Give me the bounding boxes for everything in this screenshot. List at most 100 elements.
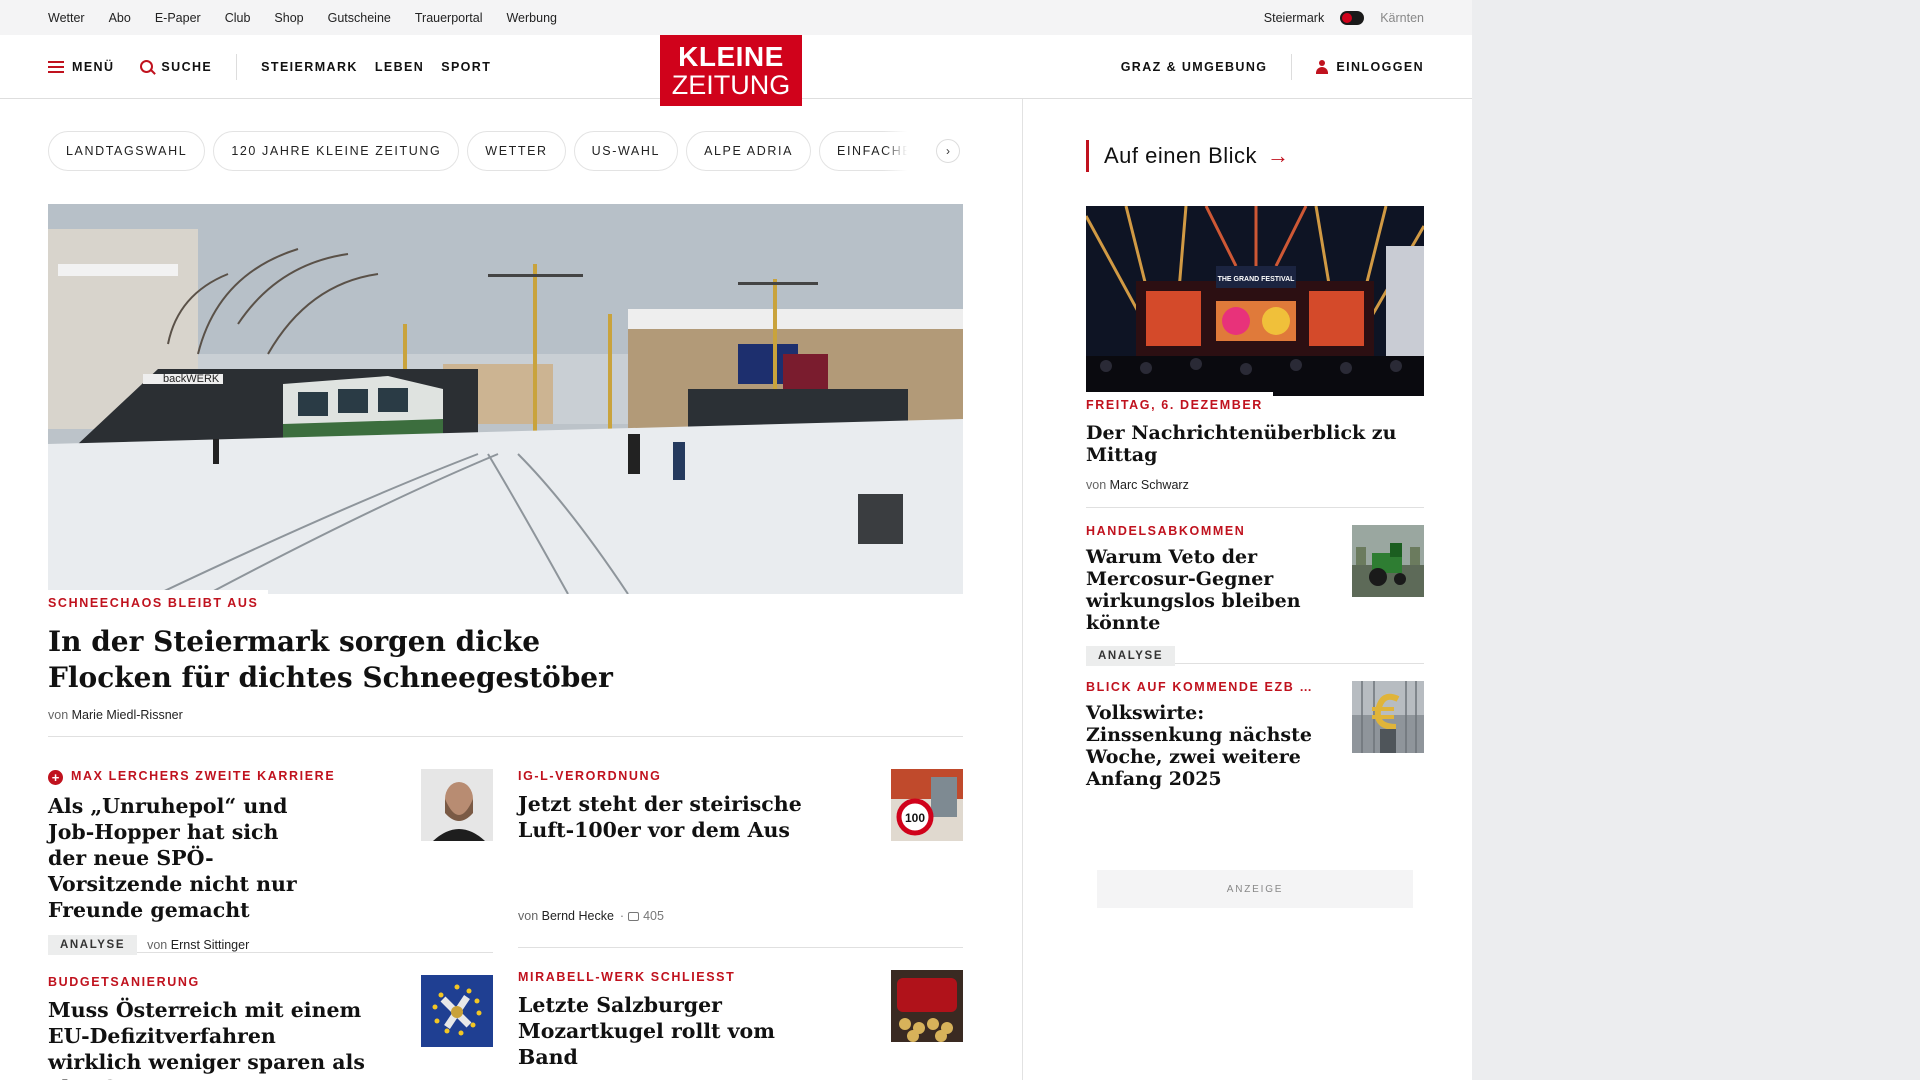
- aside-headline: Volkswirte: Zinssenkung nächste Woche, z…: [1086, 702, 1312, 790]
- search-button[interactable]: Suche: [140, 60, 212, 74]
- at-a-glance-title: Auf einen Blick: [1104, 143, 1258, 168]
- user-icon: [1316, 59, 1329, 74]
- feature-author[interactable]: Marc Schwarz: [1110, 478, 1189, 492]
- feature-image[interactable]: THE GRAND FESTIVAL: [1086, 206, 1424, 396]
- nav-leben[interactable]: Leben: [375, 60, 424, 74]
- chevron-right-icon[interactable]: ›: [936, 139, 960, 163]
- teaser-column-right: IG-L-Verordnung Jetzt steht der steirisc…: [518, 769, 963, 1080]
- chip-us-wahl[interactable]: US-Wahl: [573, 131, 679, 171]
- hero-headline[interactable]: In der Steiermark sorgen dicke Flocken f…: [48, 624, 648, 696]
- hero-image[interactable]: backWERK: [48, 204, 963, 594]
- search-icon: [140, 60, 154, 73]
- byline-prefix: von: [1086, 478, 1107, 492]
- analyse-badge: Analyse: [1086, 646, 1176, 666]
- teaser-kicker: Mirabell-Werk schließt: [518, 970, 736, 984]
- region-kaernten[interactable]: Kärnten: [1380, 11, 1424, 25]
- comment-count[interactable]: · 405: [620, 909, 664, 923]
- login-label: Einloggen: [1336, 59, 1424, 74]
- teaser-headline: Jetzt steht der steirische Luft-100er vo…: [518, 792, 802, 842]
- chip-alpe-adria[interactable]: Alpe Adria: [686, 131, 812, 171]
- utility-link-werbung[interactable]: Werbung: [506, 11, 557, 25]
- teaser-lercher[interactable]: + Max Lerchers zweite Karriere Als „Unruh…: [48, 769, 493, 955]
- premium-plus-icon: +: [48, 770, 63, 785]
- teaser-luft-100er[interactable]: IG-L-Verordnung Jetzt steht der steirisc…: [518, 769, 963, 947]
- ad-placeholder: Anzeige: [1097, 870, 1413, 908]
- login-button[interactable]: Einloggen: [1316, 59, 1424, 74]
- column-divider: [1022, 99, 1023, 1080]
- topic-chips: Landtagswahl 120 Jahre Kleine Zeitung We…: [48, 131, 963, 171]
- stage-banner-text: THE GRAND FESTIVAL: [1218, 276, 1296, 283]
- teaser-author[interactable]: Bernd Hecke: [542, 909, 614, 923]
- tractor-photo-thumbnail: [1352, 525, 1424, 597]
- teaser-meta: von Bernd Hecke · 405: [518, 909, 664, 923]
- mozartkugel-photo-thumbnail: [891, 970, 963, 1042]
- search-label: Suche: [161, 59, 213, 74]
- menu-button[interactable]: Menü: [48, 60, 114, 74]
- aside-headline: Warum Veto der Mercosur-Gegner wirkungsl…: [1086, 546, 1301, 634]
- hero-kicker[interactable]: Schneechaos bleibt aus: [48, 590, 269, 616]
- teaser-kicker: + Max Lerchers zweite Karriere: [48, 769, 403, 785]
- chip-wetter[interactable]: Wetter: [467, 131, 566, 171]
- utility-link-abo[interactable]: Abo: [109, 11, 131, 25]
- teaser-grid: + Max Lerchers zweite Karriere Als „Unruh…: [48, 769, 963, 1080]
- speed-sign-photo-thumbnail: 100: [891, 769, 963, 841]
- teaser-divider: [518, 947, 963, 948]
- speed-sign-text: 100: [905, 811, 925, 825]
- teaser-author[interactable]: Ernst Sittinger: [171, 938, 250, 952]
- main-column: Landtagswahl 120 Jahre Kleine Zeitung We…: [48, 100, 963, 1080]
- teaser-headline: Letzte Salzburger Mozartkugel rollt vom …: [518, 993, 775, 1069]
- site-logo[interactable]: KLEINE ZEITUNG: [660, 35, 802, 106]
- at-a-glance-heading[interactable]: Auf einen Blick →: [1086, 140, 1424, 172]
- euro-sculpture-photo-thumbnail: [1352, 681, 1424, 753]
- comment-icon: [628, 911, 640, 921]
- utility-link-shop[interactable]: Shop: [274, 11, 303, 25]
- teaser-column-left: + Max Lerchers zweite Karriere Als „Unruh…: [48, 769, 493, 1080]
- hero-divider: [48, 736, 963, 737]
- aside-item-mercosur[interactable]: Handelsabkommen Warum Veto der Mercosur-…: [1086, 508, 1424, 666]
- teaser-meta: Analyse von Ernst Sittinger: [48, 935, 403, 955]
- utility-link-gutscheine[interactable]: Gutscheine: [328, 11, 391, 25]
- portrait-photo-thumbnail: [421, 769, 493, 841]
- region-steiermark[interactable]: Steiermark: [1264, 11, 1324, 25]
- hero-byline: von Marie Miedl-Rissner: [48, 708, 963, 722]
- utility-link-club[interactable]: Club: [225, 11, 251, 25]
- utility-link-epaper[interactable]: E-Paper: [155, 11, 201, 25]
- feature-kicker[interactable]: Freitag, 6. Dezember: [1086, 392, 1273, 416]
- header-divider: [236, 53, 238, 80]
- snowy-tram-square-photo: backWERK: [48, 204, 963, 594]
- sidebar-at-a-glance: Auf einen Blick → THE GRAND FESTIVAL FRE…: [1086, 100, 1424, 908]
- aside-kicker: Handelsabkommen: [1086, 524, 1246, 538]
- news-site: Wetter Abo E-Paper Club Shop Gutscheine …: [0, 0, 1472, 1080]
- teaser-headline: Als „Unruhepol“ und Job-Hopper hat sich …: [48, 794, 297, 922]
- festival-stage-photo: THE GRAND FESTIVAL: [1086, 206, 1424, 396]
- utility-link-trauerportal[interactable]: Trauerportal: [415, 11, 483, 25]
- header-divider-right: [1291, 53, 1293, 80]
- logo-line-1: KLEINE: [678, 40, 784, 72]
- arrow-right-icon: →: [1267, 143, 1290, 168]
- nav-steiermark[interactable]: Steiermark: [261, 60, 358, 74]
- nav-sport[interactable]: Sport: [441, 60, 491, 74]
- eu-flag-photo-thumbnail: [421, 975, 493, 1047]
- teaser-mozartkugel[interactable]: Mirabell-Werk schließt Letzte Salzburger…: [518, 970, 963, 1080]
- chip-landtagswahl[interactable]: Landtagswahl: [48, 131, 206, 171]
- aside-item-ezb[interactable]: Blick auf kommende EZB … Volkswirte: Zin…: [1086, 664, 1424, 794]
- feature-headline[interactable]: Der Nachrichtenüberblick zu Mittag: [1086, 422, 1424, 466]
- main-header: Menü Suche Steiermark Leben Sport KLEINE…: [0, 35, 1472, 106]
- aside-kicker: Blick auf kommende EZB …: [1086, 680, 1314, 694]
- analyse-badge: Analyse: [48, 935, 138, 955]
- region-switch: Steiermark Kärnten: [1264, 10, 1424, 25]
- teaser-headline: Muss Österreich mit einem EU-Defizitverf…: [48, 998, 365, 1080]
- nav-graz-umgebung[interactable]: Graz & Umgebung: [1121, 60, 1268, 74]
- hero-author[interactable]: Marie Miedl-Rissner: [72, 708, 183, 722]
- region-toggle[interactable]: [1340, 10, 1365, 25]
- utility-link-wetter[interactable]: Wetter: [48, 11, 85, 25]
- teaser-budget[interactable]: Budgetsanierung Muss Österreich mit eine…: [48, 975, 493, 1080]
- utility-links: Wetter Abo E-Paper Club Shop Gutscheine …: [48, 11, 557, 25]
- header-right: Graz & Umgebung Einloggen: [1121, 53, 1424, 80]
- chip-120-jahre[interactable]: 120 Jahre Kleine Zeitung: [213, 131, 460, 171]
- hamburger-icon: [48, 60, 64, 73]
- teaser-kicker: IG-L-Verordnung: [518, 769, 662, 783]
- teaser-kicker: Budgetsanierung: [48, 975, 200, 989]
- utility-bar: Wetter Abo E-Paper Club Shop Gutscheine …: [0, 0, 1472, 35]
- feature-byline: von Marc Schwarz: [1086, 478, 1424, 492]
